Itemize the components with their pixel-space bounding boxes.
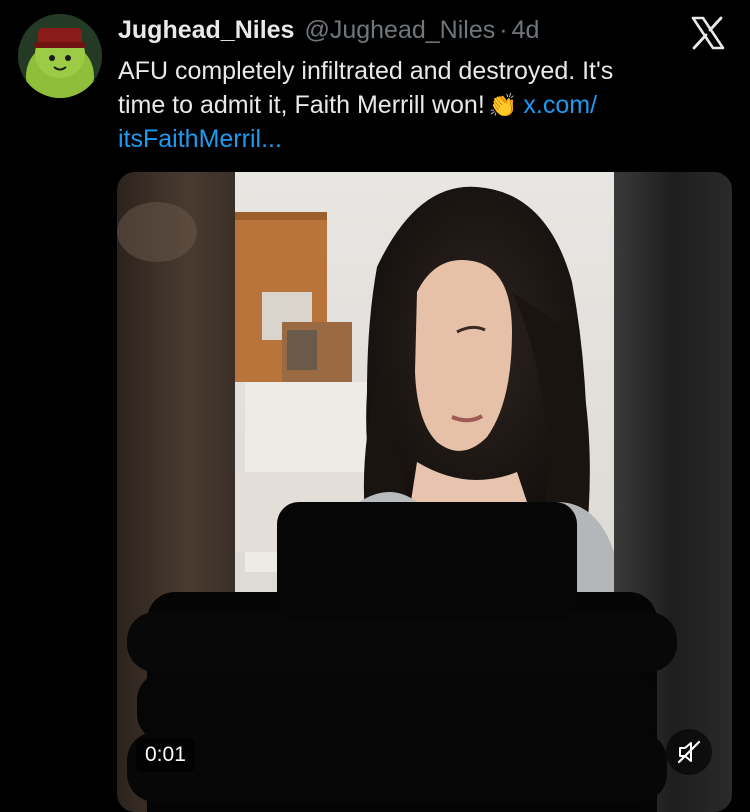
avatar[interactable] bbox=[18, 14, 102, 98]
separator-dot: · bbox=[499, 16, 508, 44]
display-name[interactable]: Jughead_Niles bbox=[118, 16, 294, 45]
user-handle[interactable]: @Jughead_Niles bbox=[304, 16, 495, 45]
tweet[interactable]: Jughead_Niles @Jughead_Niles · 4d AFU co… bbox=[0, 0, 750, 812]
clapping-hands-icon: 👏 bbox=[488, 92, 518, 118]
timestamp[interactable]: 4d bbox=[512, 16, 540, 45]
unmute-button[interactable] bbox=[666, 729, 712, 775]
video-time: 0:01 bbox=[136, 738, 195, 772]
speaker-muted-icon bbox=[677, 740, 701, 764]
video-player[interactable] bbox=[117, 172, 732, 812]
tweet-text-line: AFU completely infiltrated and destroyed… bbox=[118, 57, 614, 85]
tweet-text: AFU completely infiltrated and destroyed… bbox=[118, 54, 718, 156]
x-logo-icon[interactable] bbox=[690, 16, 726, 50]
tweet-link[interactable]: x.com/ bbox=[523, 91, 597, 119]
tweet-link-continued[interactable]: itsFaithMerril... bbox=[118, 122, 718, 156]
tweet-header: Jughead_Niles @Jughead_Niles · 4d bbox=[118, 16, 539, 48]
tweet-text-line: time to admit it, Faith Merrill won! bbox=[118, 91, 485, 119]
